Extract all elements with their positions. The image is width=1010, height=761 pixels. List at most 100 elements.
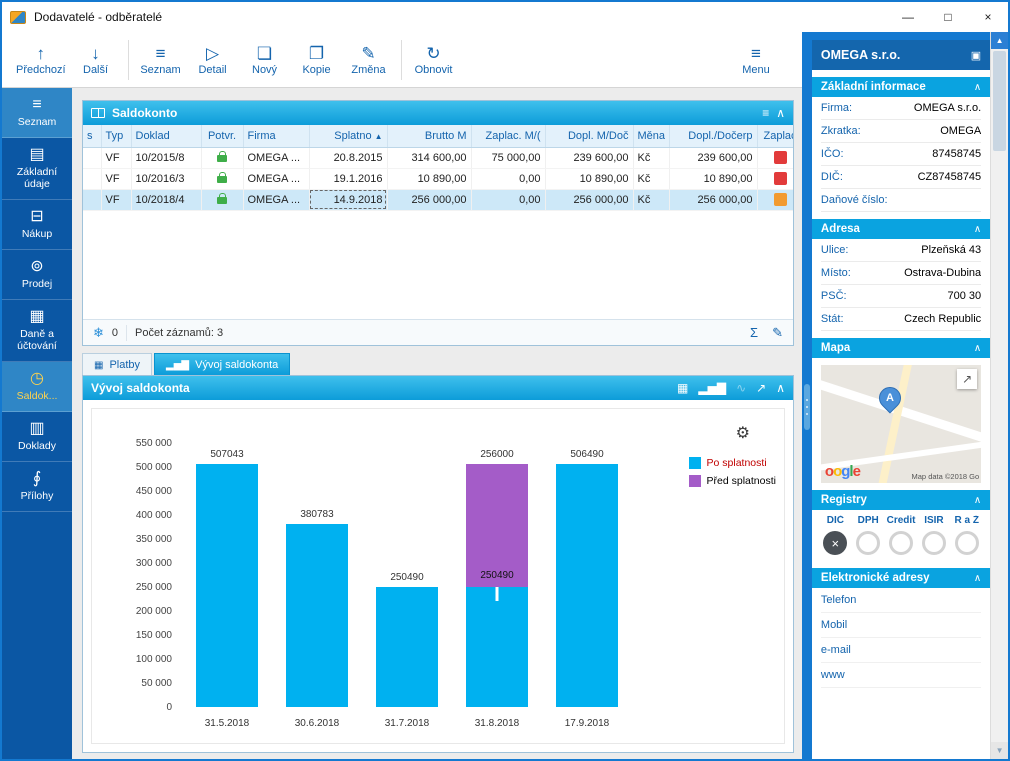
toolbar-button-novy[interactable]: ❏ Nový <box>239 36 291 84</box>
scrollbar-thumb[interactable] <box>993 51 1006 151</box>
field-value: OMEGA <box>940 125 982 137</box>
adresa-fields: Ulice: Plzeňská 43 Místo: Ostrava-Dubina PSČ… <box>812 239 990 331</box>
section-header-zakladni[interactable]: Základní informace ∧ <box>811 77 991 97</box>
toolbar-button-zmena[interactable]: ✎ Změna <box>343 36 395 84</box>
chart-bar-group[interactable]: 507043 31.5.2018 <box>196 443 258 729</box>
sidebar-item-zakladni-udaje[interactable]: ▤ Základní údaje <box>2 138 72 200</box>
sidebar-item-dane-a-uctovani[interactable]: ▦ Daně a účtování <box>2 300 72 362</box>
table-cell: 0,00 <box>471 168 546 190</box>
toolbar-button-obnovit[interactable]: ↻ Obnovit <box>408 36 460 84</box>
bar-chart-icon: ▂▅▇ <box>166 359 190 371</box>
column-header-s[interactable]: s <box>83 125 102 148</box>
column-header-zaplac-m[interactable]: Zaplac. M/( <box>471 125 546 148</box>
scroll-down-icon[interactable]: ▼ <box>991 742 1008 759</box>
contact-link-www[interactable]: www <box>820 663 982 688</box>
field-label: Firma: <box>820 102 853 114</box>
map-popout-icon[interactable]: ↗ <box>957 369 978 389</box>
minimize-button[interactable]: — <box>888 2 928 32</box>
table-row[interactable]: VF 10/2018/4 OMEGA ... 14.9.2018 256 000,00 0… <box>83 189 793 211</box>
toolbar-button-kopie[interactable]: ❐ Kopie <box>291 36 343 84</box>
toolbar-button-dalsi[interactable]: ↓ Další <box>70 36 122 84</box>
section-header-adresa[interactable]: Adresa ∧ <box>811 219 991 239</box>
sidebar-item-prilohy[interactable]: ∮ Přílohy <box>2 462 72 512</box>
collapse-icon[interactable]: ∧ <box>776 381 785 395</box>
tab-platby[interactable]: ▦ Platby <box>82 353 153 375</box>
scroll-up-icon[interactable]: ▲ <box>991 32 1008 49</box>
panel-splitter[interactable] <box>802 32 812 759</box>
registry-item-r-a-z[interactable]: R a Ž <box>950 515 983 559</box>
field-value: CZ87458745 <box>917 171 982 183</box>
vertical-scrollbar[interactable]: ▲ ▼ <box>990 32 1008 759</box>
sidebar-item-seznam[interactable]: ≡ Seznam <box>2 88 72 138</box>
popout-icon[interactable]: ↗ <box>756 381 766 395</box>
column-header-typ[interactable]: Typ <box>101 125 132 148</box>
y-axis-label: 350 000 <box>135 534 172 545</box>
electronic-links: Telefon Mobil e-mail www <box>812 588 990 688</box>
google-logo-letter: o <box>824 463 834 480</box>
panel-options-icon[interactable]: ▣ <box>971 49 981 62</box>
column-header-dopl-mdoc[interactable]: Dopl. M/Doč <box>545 125 634 148</box>
column-header-brutto-m[interactable]: Brutto M <box>387 125 472 148</box>
registry-item-isir[interactable]: ISIR <box>917 515 950 559</box>
line-chart-icon[interactable]: ∿ <box>736 381 746 395</box>
chart-bar-group[interactable]: 506490 17.9.2018 <box>556 443 618 729</box>
close-button[interactable]: × <box>968 2 1008 32</box>
chart-bar-group[interactable]: 380783 30.6.2018 <box>286 443 348 729</box>
section-header-mapa[interactable]: Mapa ∧ <box>811 338 991 358</box>
column-header-dopldocerp[interactable]: Dopl./Dočerp <box>669 125 758 148</box>
table-cell: 256 000,00 <box>387 189 472 211</box>
splitter-handle-icon[interactable] <box>804 384 810 430</box>
toolbar-separator <box>127 39 129 80</box>
info-field: PSČ: 700 30 <box>820 285 982 308</box>
section-header-elektronicke[interactable]: Elektronické adresy ∧ <box>811 568 991 588</box>
y-axis-label: 200 000 <box>135 606 172 617</box>
calendar-icon[interactable]: ▦ <box>677 381 688 395</box>
column-header-firma[interactable]: Firma <box>243 125 310 148</box>
map-preview[interactable]: A ↗ oogle Map data ©2018 Go <box>820 365 982 483</box>
toolbar-separator <box>400 39 402 80</box>
maximize-button[interactable]: □ <box>928 2 968 32</box>
chart-bar-group[interactable]: 256000 250490 31.8.2018 <box>466 443 528 729</box>
edit-icon[interactable]: ✎ <box>772 325 783 341</box>
registry-item-dic[interactable]: DIČ × <box>819 515 852 559</box>
table-cell: OMEGA ... <box>243 168 310 190</box>
registry-label: Credit <box>886 515 916 526</box>
section-header-registry[interactable]: Registry ∧ <box>811 490 991 510</box>
sidebar-item-saldok[interactable]: ◷ Saldok... <box>2 362 72 412</box>
contact-link-email[interactable]: e-mail <box>820 638 982 663</box>
column-header-potvr[interactable]: Potvr. <box>201 125 244 148</box>
sum-icon[interactable]: Σ <box>750 325 758 341</box>
snowflake-icon[interactable]: ❄ <box>93 325 104 341</box>
column-header-doklad[interactable]: Doklad <box>131 125 202 148</box>
table-row[interactable]: VF 10/2015/8 OMEGA ... 20.8.2015 314 600,00 7… <box>83 147 793 169</box>
contact-link-telefon[interactable]: Telefon <box>820 588 982 613</box>
sidebar-item-label: Daně a účtování <box>17 328 57 352</box>
chart-settings-gear-icon[interactable]: ⚙ <box>736 423 750 443</box>
table-cell <box>757 168 793 190</box>
toolbar-button-detail[interactable]: ▷ Detail <box>187 36 239 84</box>
sales-icon: ⊚ <box>30 258 44 275</box>
tab-vyvoj-saldokonta[interactable]: ▂▅▇ Vývoj saldokonta <box>154 353 291 375</box>
toolbar-button-predchozi[interactable]: ↑ Předchozí <box>12 36 70 84</box>
menu-button[interactable]: ≡ Menu <box>730 36 782 84</box>
table-row[interactable]: VF 10/2016/3 OMEGA ... 19.1.2016 10 890,00 0,… <box>83 168 793 190</box>
sidebar-item-nakup[interactable]: ⊟ Nákup <box>2 200 72 250</box>
toolbar-button-seznam[interactable]: ≡ Seznam <box>135 36 187 84</box>
column-header-zaplac[interactable]: Zaplac <box>757 125 793 148</box>
documents-icon: ▥ <box>29 420 45 437</box>
registry-item-credit[interactable]: Credit <box>885 515 918 559</box>
chart-bar-group[interactable]: 250490 31.7.2018 <box>376 443 438 729</box>
sidebar-item-prodej[interactable]: ⊚ Prodej <box>2 250 72 300</box>
scrollbar-track[interactable] <box>991 49 1008 742</box>
table-cell: 10 890,00 <box>669 168 758 190</box>
column-header-splatno[interactable]: Splatno ▲ <box>309 125 388 148</box>
chart-panel-title: Vývoj saldokonta <box>91 381 190 395</box>
registry-item-dph[interactable]: DPH <box>852 515 885 559</box>
column-header-mena[interactable]: Měna <box>633 125 670 148</box>
sidebar-item-doklady[interactable]: ▥ Doklady <box>2 412 72 462</box>
chart-header-icons: ▦ ▂▅▇ ∿ ↗ ∧ <box>677 381 785 395</box>
bar-chart-icon[interactable]: ▂▅▇ <box>698 381 726 395</box>
panel-menu-icon[interactable]: ≡ <box>762 106 769 120</box>
panel-collapse-icon[interactable]: ∧ <box>776 106 785 120</box>
contact-link-mobil[interactable]: Mobil <box>820 613 982 638</box>
